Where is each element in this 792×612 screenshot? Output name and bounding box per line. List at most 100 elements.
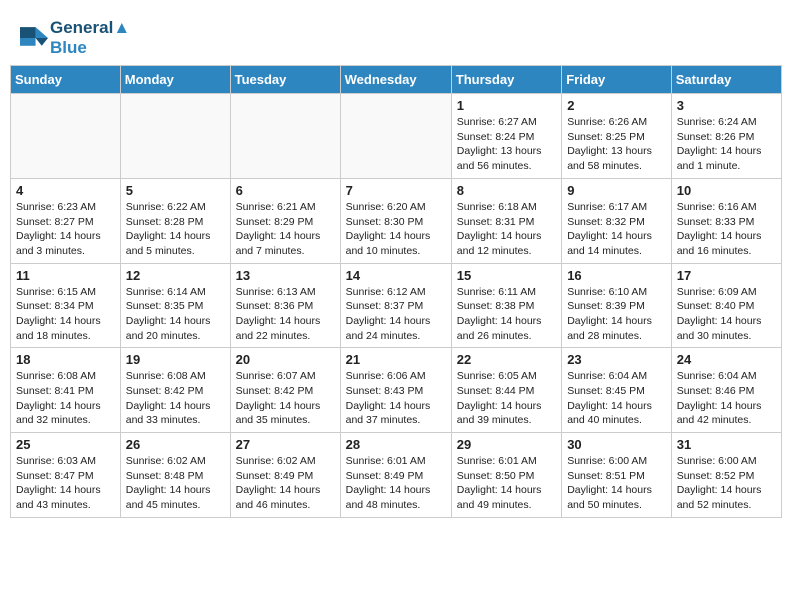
cell-info: Sunrise: 6:05 AM Sunset: 8:44 PM Dayligh… bbox=[457, 369, 556, 428]
calendar-cell: 24 Sunrise: 6:04 AM Sunset: 8:46 PM Dayli… bbox=[671, 348, 781, 433]
day-number: 22 bbox=[457, 352, 556, 367]
day-number: 31 bbox=[677, 437, 776, 452]
calendar-cell: 4 Sunrise: 6:23 AM Sunset: 8:27 PM Daylig… bbox=[11, 178, 121, 263]
day-number: 4 bbox=[16, 183, 115, 198]
day-number: 13 bbox=[236, 268, 335, 283]
day-number: 12 bbox=[126, 268, 225, 283]
calendar: SundayMondayTuesdayWednesdayThursdayFrid… bbox=[10, 65, 782, 518]
day-number: 27 bbox=[236, 437, 335, 452]
weekday-header-saturday: Saturday bbox=[671, 66, 781, 94]
cell-info: Sunrise: 6:07 AM Sunset: 8:42 PM Dayligh… bbox=[236, 369, 335, 428]
day-number: 6 bbox=[236, 183, 335, 198]
day-number: 2 bbox=[567, 98, 666, 113]
cell-info: Sunrise: 6:02 AM Sunset: 8:48 PM Dayligh… bbox=[126, 454, 225, 513]
week-row-4: 18 Sunrise: 6:08 AM Sunset: 8:41 PM Dayli… bbox=[11, 348, 782, 433]
week-row-1: 1Sunrise: 6:27 AM Sunset: 8:24 PM Daylig… bbox=[11, 94, 782, 179]
day-number: 10 bbox=[677, 183, 776, 198]
logo-icon bbox=[20, 24, 48, 52]
cell-info: Sunrise: 6:09 AM Sunset: 8:40 PM Dayligh… bbox=[677, 285, 776, 344]
calendar-cell: 6Sunrise: 6:21 AM Sunset: 8:29 PM Daylig… bbox=[230, 178, 340, 263]
calendar-cell: 12Sunrise: 6:14 AM Sunset: 8:35 PM Dayli… bbox=[120, 263, 230, 348]
calendar-cell: 28 Sunrise: 6:01 AM Sunset: 8:49 PM Dayli… bbox=[340, 433, 451, 518]
calendar-cell: 30 Sunrise: 6:00 AM Sunset: 8:51 PM Dayli… bbox=[562, 433, 672, 518]
cell-info: Sunrise: 6:15 AM Sunset: 8:34 PM Dayligh… bbox=[16, 285, 115, 344]
cell-info: Sunrise: 6:11 AM Sunset: 8:38 PM Dayligh… bbox=[457, 285, 556, 344]
weekday-header-friday: Friday bbox=[562, 66, 672, 94]
calendar-cell: 9 Sunrise: 6:17 AM Sunset: 8:32 PM Daylig… bbox=[562, 178, 672, 263]
calendar-cell: 22 Sunrise: 6:05 AM Sunset: 8:44 PM Dayli… bbox=[451, 348, 561, 433]
cell-info: Sunrise: 6:08 AM Sunset: 8:42 PM Dayligh… bbox=[126, 369, 225, 428]
calendar-cell: 29 Sunrise: 6:01 AM Sunset: 8:50 PM Dayli… bbox=[451, 433, 561, 518]
day-number: 9 bbox=[567, 183, 666, 198]
day-number: 30 bbox=[567, 437, 666, 452]
day-number: 14 bbox=[346, 268, 446, 283]
cell-info: Sunrise: 6:22 AM Sunset: 8:28 PM Dayligh… bbox=[126, 200, 225, 259]
cell-info: Sunrise: 6:06 AM Sunset: 8:43 PM Dayligh… bbox=[346, 369, 446, 428]
weekday-header-sunday: Sunday bbox=[11, 66, 121, 94]
calendar-cell: 31Sunrise: 6:00 AM Sunset: 8:52 PM Dayli… bbox=[671, 433, 781, 518]
week-row-5: 25Sunrise: 6:03 AM Sunset: 8:47 PM Dayli… bbox=[11, 433, 782, 518]
page-header: General▲ Blue bbox=[10, 10, 782, 61]
day-number: 16 bbox=[567, 268, 666, 283]
cell-info: Sunrise: 6:12 AM Sunset: 8:37 PM Dayligh… bbox=[346, 285, 446, 344]
calendar-cell: 10Sunrise: 6:16 AM Sunset: 8:33 PM Dayli… bbox=[671, 178, 781, 263]
day-number: 20 bbox=[236, 352, 335, 367]
day-number: 11 bbox=[16, 268, 115, 283]
cell-info: Sunrise: 6:04 AM Sunset: 8:46 PM Dayligh… bbox=[677, 369, 776, 428]
logo: General▲ Blue bbox=[20, 18, 130, 57]
calendar-cell bbox=[230, 94, 340, 179]
logo-text: General▲ Blue bbox=[50, 18, 130, 57]
weekday-header-thursday: Thursday bbox=[451, 66, 561, 94]
day-number: 5 bbox=[126, 183, 225, 198]
calendar-cell: 14 Sunrise: 6:12 AM Sunset: 8:37 PM Dayli… bbox=[340, 263, 451, 348]
calendar-cell: 27 Sunrise: 6:02 AM Sunset: 8:49 PM Dayli… bbox=[230, 433, 340, 518]
weekday-header-tuesday: Tuesday bbox=[230, 66, 340, 94]
cell-info: Sunrise: 6:03 AM Sunset: 8:47 PM Dayligh… bbox=[16, 454, 115, 513]
calendar-cell: 15Sunrise: 6:11 AM Sunset: 8:38 PM Dayli… bbox=[451, 263, 561, 348]
day-number: 24 bbox=[677, 352, 776, 367]
calendar-cell: 18 Sunrise: 6:08 AM Sunset: 8:41 PM Dayli… bbox=[11, 348, 121, 433]
cell-info: Sunrise: 6:13 AM Sunset: 8:36 PM Dayligh… bbox=[236, 285, 335, 344]
cell-info: Sunrise: 6:24 AM Sunset: 8:26 PM Dayligh… bbox=[677, 115, 776, 174]
day-number: 3 bbox=[677, 98, 776, 113]
calendar-cell: 21 Sunrise: 6:06 AM Sunset: 8:43 PM Dayli… bbox=[340, 348, 451, 433]
day-number: 17 bbox=[677, 268, 776, 283]
cell-info: Sunrise: 6:00 AM Sunset: 8:51 PM Dayligh… bbox=[567, 454, 666, 513]
calendar-cell: 17 Sunrise: 6:09 AM Sunset: 8:40 PM Dayli… bbox=[671, 263, 781, 348]
cell-info: Sunrise: 6:01 AM Sunset: 8:50 PM Dayligh… bbox=[457, 454, 556, 513]
day-number: 28 bbox=[346, 437, 446, 452]
calendar-cell: 26 Sunrise: 6:02 AM Sunset: 8:48 PM Dayli… bbox=[120, 433, 230, 518]
weekday-header-wednesday: Wednesday bbox=[340, 66, 451, 94]
week-row-3: 11 Sunrise: 6:15 AM Sunset: 8:34 PM Dayli… bbox=[11, 263, 782, 348]
cell-info: Sunrise: 6:04 AM Sunset: 8:45 PM Dayligh… bbox=[567, 369, 666, 428]
cell-info: Sunrise: 6:08 AM Sunset: 8:41 PM Dayligh… bbox=[16, 369, 115, 428]
day-number: 18 bbox=[16, 352, 115, 367]
calendar-cell bbox=[340, 94, 451, 179]
day-number: 7 bbox=[346, 183, 446, 198]
calendar-cell: 11 Sunrise: 6:15 AM Sunset: 8:34 PM Dayli… bbox=[11, 263, 121, 348]
day-number: 26 bbox=[126, 437, 225, 452]
day-number: 23 bbox=[567, 352, 666, 367]
cell-info: Sunrise: 6:27 AM Sunset: 8:24 PM Dayligh… bbox=[457, 115, 556, 174]
calendar-cell: 8 Sunrise: 6:18 AM Sunset: 8:31 PM Daylig… bbox=[451, 178, 561, 263]
calendar-cell: 13 Sunrise: 6:13 AM Sunset: 8:36 PM Dayli… bbox=[230, 263, 340, 348]
calendar-cell: 2 Sunrise: 6:26 AM Sunset: 8:25 PM Daylig… bbox=[562, 94, 672, 179]
cell-info: Sunrise: 6:17 AM Sunset: 8:32 PM Dayligh… bbox=[567, 200, 666, 259]
cell-info: Sunrise: 6:18 AM Sunset: 8:31 PM Dayligh… bbox=[457, 200, 556, 259]
calendar-cell: 1Sunrise: 6:27 AM Sunset: 8:24 PM Daylig… bbox=[451, 94, 561, 179]
day-number: 8 bbox=[457, 183, 556, 198]
cell-info: Sunrise: 6:26 AM Sunset: 8:25 PM Dayligh… bbox=[567, 115, 666, 174]
calendar-cell bbox=[120, 94, 230, 179]
calendar-cell: 25Sunrise: 6:03 AM Sunset: 8:47 PM Dayli… bbox=[11, 433, 121, 518]
calendar-cell: 7 Sunrise: 6:20 AM Sunset: 8:30 PM Daylig… bbox=[340, 178, 451, 263]
cell-info: Sunrise: 6:01 AM Sunset: 8:49 PM Dayligh… bbox=[346, 454, 446, 513]
cell-info: Sunrise: 6:20 AM Sunset: 8:30 PM Dayligh… bbox=[346, 200, 446, 259]
cell-info: Sunrise: 6:23 AM Sunset: 8:27 PM Dayligh… bbox=[16, 200, 115, 259]
cell-info: Sunrise: 6:02 AM Sunset: 8:49 PM Dayligh… bbox=[236, 454, 335, 513]
calendar-cell: 23 Sunrise: 6:04 AM Sunset: 8:45 PM Dayli… bbox=[562, 348, 672, 433]
day-number: 21 bbox=[346, 352, 446, 367]
calendar-cell: 19 Sunrise: 6:08 AM Sunset: 8:42 PM Dayli… bbox=[120, 348, 230, 433]
calendar-cell: 3 Sunrise: 6:24 AM Sunset: 8:26 PM Daylig… bbox=[671, 94, 781, 179]
day-number: 19 bbox=[126, 352, 225, 367]
day-number: 29 bbox=[457, 437, 556, 452]
